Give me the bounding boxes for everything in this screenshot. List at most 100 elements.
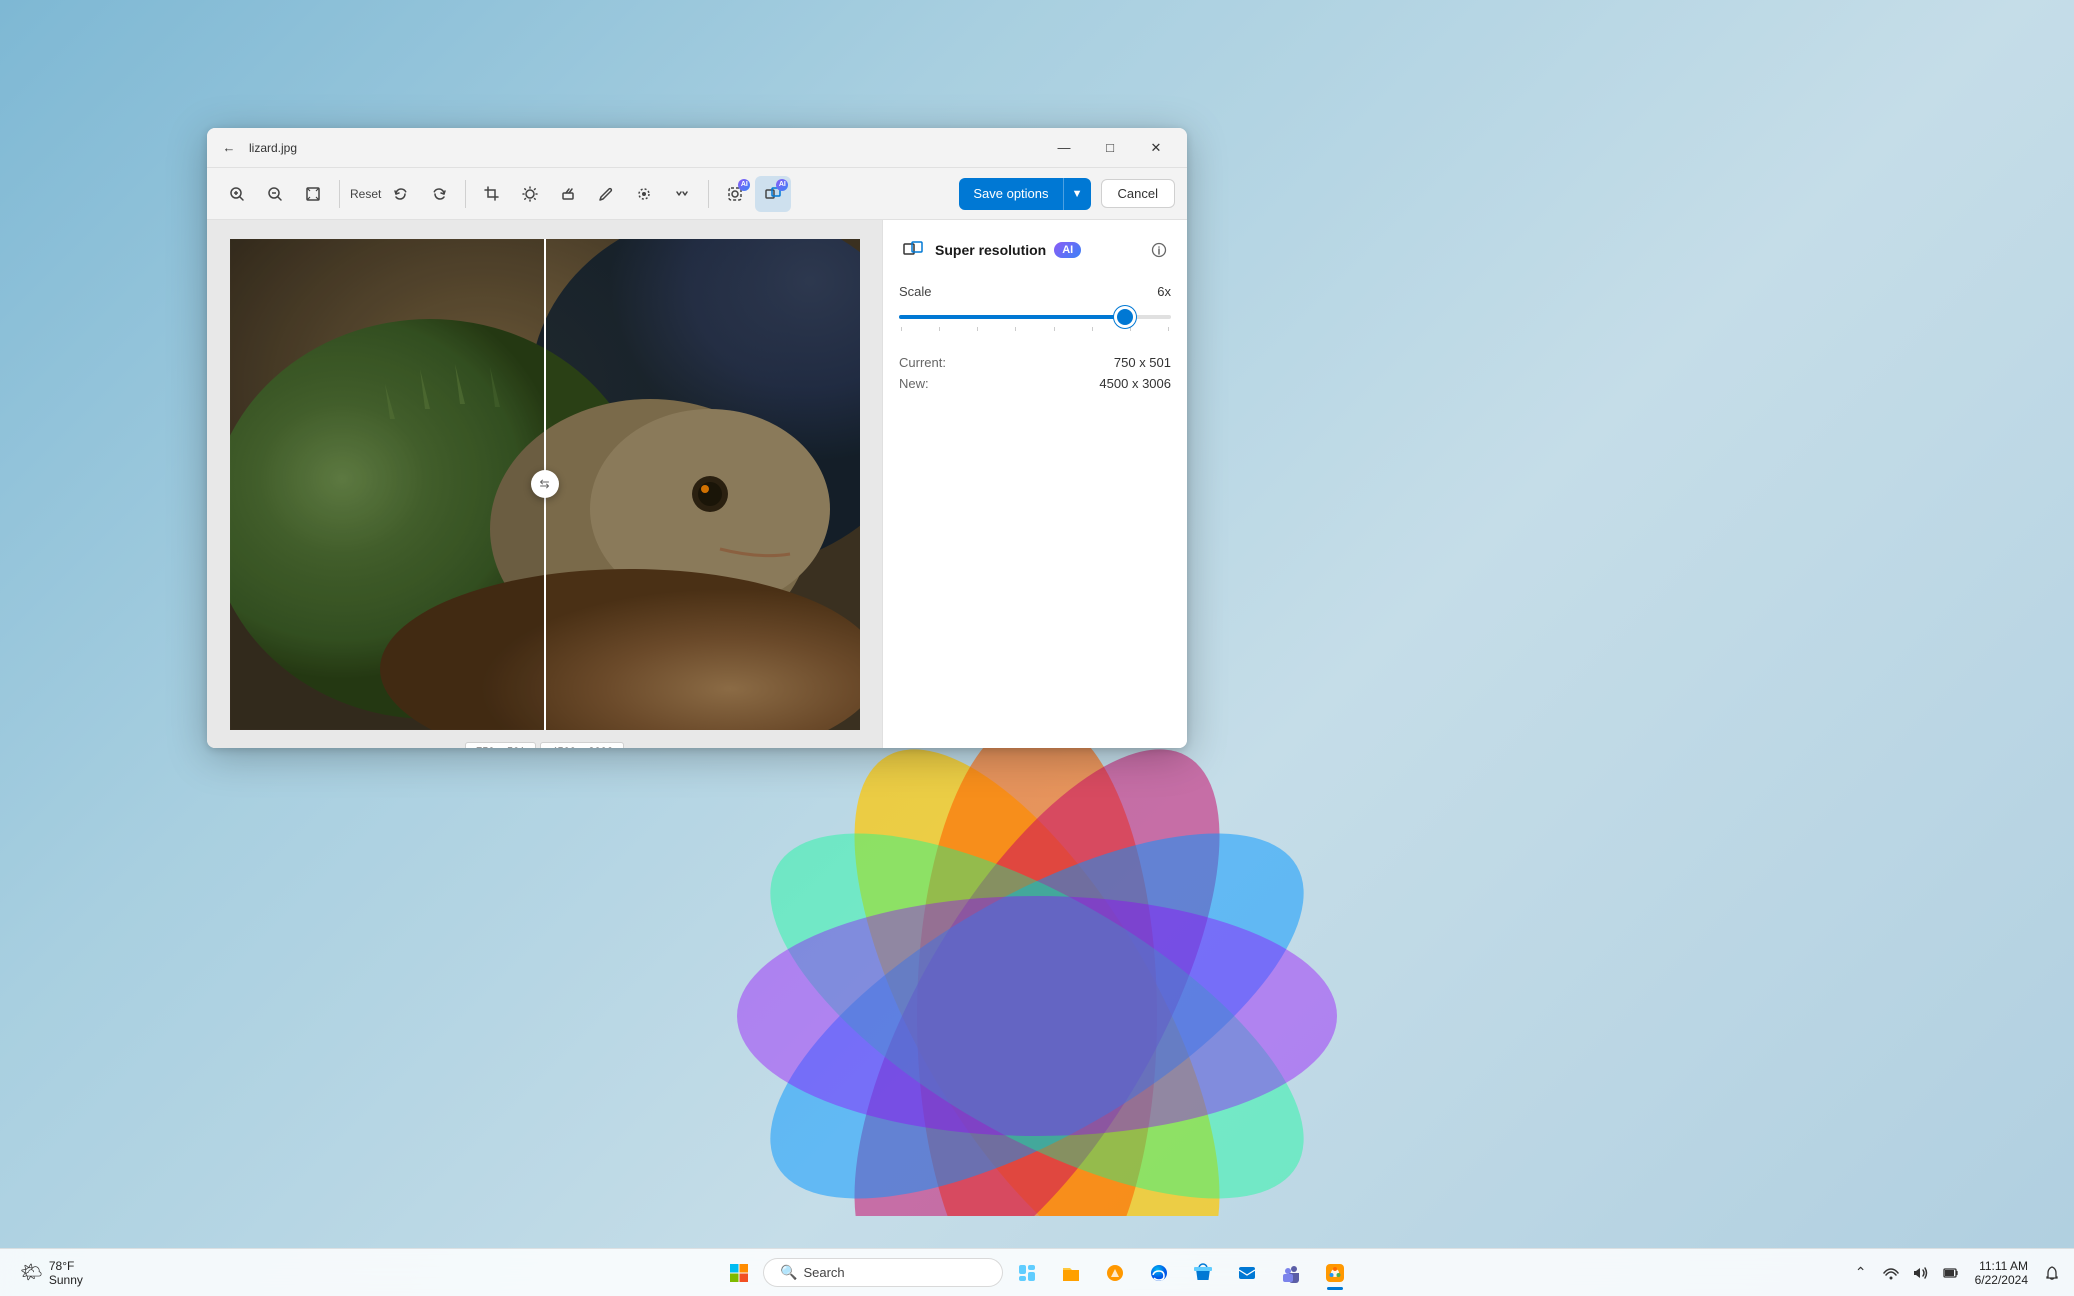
separator-1 xyxy=(339,180,340,208)
title-bar: ← lizard.jpg — □ ✕ xyxy=(207,128,1187,168)
weather-info: 78°F Sunny xyxy=(49,1259,83,1287)
save-dropdown-arrow[interactable]: ▼ xyxy=(1063,178,1091,210)
tray-expand[interactable]: ⌃ xyxy=(1847,1259,1875,1287)
original-size-label: 750 × 501 xyxy=(465,742,536,749)
taskbar-app-file-explorer[interactable] xyxy=(1051,1253,1091,1293)
tick-6 xyxy=(1092,327,1093,331)
taskbar-app-paint[interactable] xyxy=(1095,1253,1135,1293)
weather-icon: 🌤 xyxy=(20,1262,43,1283)
current-label: Current: xyxy=(899,355,946,370)
clock-time: 11:11 AM xyxy=(1979,1259,2028,1273)
close-button[interactable]: ✕ xyxy=(1133,132,1179,164)
tick-8 xyxy=(1168,327,1169,331)
weather-temp: 78°F xyxy=(49,1259,83,1273)
taskbar-app-paint2[interactable] xyxy=(1315,1253,1355,1293)
canvas-area[interactable]: ⇆ 750 × 501 4500 × 3006 xyxy=(207,220,882,748)
history-tools: Reset xyxy=(348,176,457,212)
current-row: Current: 750 x 501 xyxy=(899,355,1171,370)
maximize-button[interactable]: □ xyxy=(1087,132,1133,164)
tray-volume[interactable] xyxy=(1907,1259,1935,1287)
main-content: ⇆ 750 × 501 4500 × 3006 S xyxy=(207,220,1187,748)
zoom-out-button[interactable] xyxy=(257,176,293,212)
new-row: New: 4500 x 3006 xyxy=(899,376,1171,391)
notification-bell[interactable] xyxy=(2038,1259,2066,1287)
scale-label: Scale xyxy=(899,284,932,299)
tick-5 xyxy=(1054,327,1055,331)
remove-bg-button[interactable]: AI xyxy=(717,176,753,212)
scale-label-row: Scale 6x xyxy=(899,284,1171,299)
save-main-label[interactable]: Save options xyxy=(959,180,1062,207)
taskbar-right: ⌃ 11:11 AM 6/22/2024 xyxy=(1847,1257,2074,1289)
brightness-button[interactable] xyxy=(512,176,548,212)
current-value: 750 x 501 xyxy=(1114,355,1171,370)
panel-ai-badge: AI xyxy=(1054,242,1081,258)
ai-badge-remove-bg: AI xyxy=(738,179,750,191)
toolbar: Reset xyxy=(207,168,1187,220)
scale-value: 6x xyxy=(1157,284,1171,299)
slider-thumb[interactable] xyxy=(1117,309,1133,325)
panel-header: Super resolution AI xyxy=(899,236,1171,264)
panel-info-button[interactable] xyxy=(1147,238,1171,262)
new-label: New: xyxy=(899,376,929,391)
clock-date: 6/22/2024 xyxy=(1975,1273,2028,1287)
search-icon: 🔍 xyxy=(780,1264,797,1281)
taskbar-weather[interactable]: 🌤 78°F Sunny xyxy=(12,1255,91,1291)
taskbar-search[interactable]: 🔍 Search xyxy=(763,1258,1003,1287)
tick-4 xyxy=(1015,327,1016,331)
tick-3 xyxy=(977,327,978,331)
tick-1 xyxy=(901,327,902,331)
weather-condition: Sunny xyxy=(49,1273,83,1287)
separator-2 xyxy=(465,180,466,208)
slider-ticks xyxy=(899,327,1171,331)
tray-battery[interactable] xyxy=(1937,1259,1965,1287)
taskbar-app-outlook[interactable] xyxy=(1227,1253,1267,1293)
new-size-label: 4500 × 3006 xyxy=(540,742,623,749)
super-resolution-button[interactable]: AI xyxy=(755,176,791,212)
save-options-button[interactable]: Save options ▼ xyxy=(959,178,1090,210)
panel-title-group: Super resolution AI xyxy=(899,236,1081,264)
edit-tools xyxy=(474,176,700,212)
window-controls: — □ ✕ xyxy=(1041,132,1179,164)
tick-7 xyxy=(1130,327,1131,331)
draw-button[interactable] xyxy=(588,176,624,212)
taskbar-app-widgets[interactable] xyxy=(1007,1253,1047,1293)
undo-button[interactable] xyxy=(383,176,419,212)
image-labels: 750 × 501 4500 × 3006 xyxy=(230,742,860,749)
taskbar-center: 🔍 Search xyxy=(719,1253,1355,1293)
back-button[interactable]: ← xyxy=(215,134,243,162)
panel-title: Super resolution xyxy=(935,242,1046,258)
erase-button[interactable] xyxy=(550,176,586,212)
taskbar-left: 🌤 78°F Sunny xyxy=(0,1255,103,1291)
zoom-tools xyxy=(219,176,331,212)
zoom-in-button[interactable] xyxy=(219,176,255,212)
crop-button[interactable] xyxy=(474,176,510,212)
taskbar-app-edge[interactable] xyxy=(1139,1253,1179,1293)
panel-icon xyxy=(899,236,927,264)
slider-track[interactable] xyxy=(899,315,1171,319)
fit-window-button[interactable] xyxy=(295,176,331,212)
image-container: ⇆ 750 × 501 4500 × 3006 xyxy=(230,239,860,730)
taskbar-clock[interactable]: 11:11 AM 6/22/2024 xyxy=(1967,1257,2036,1289)
ai-badge-super-res: AI xyxy=(776,179,788,191)
scale-slider[interactable] xyxy=(899,307,1171,331)
taskbar: 🌤 78°F Sunny 🔍 Search xyxy=(0,1248,2074,1296)
super-resolution-panel: Super resolution AI Scale 6x xyxy=(882,220,1187,748)
taskbar-app-store[interactable] xyxy=(1183,1253,1223,1293)
tick-2 xyxy=(939,327,940,331)
paint-window: ← lizard.jpg — □ ✕ xyxy=(207,128,1187,748)
tray-network[interactable] xyxy=(1877,1259,1905,1287)
more-tools-button[interactable] xyxy=(664,176,700,212)
minimize-button[interactable]: — xyxy=(1041,132,1087,164)
blur-button[interactable] xyxy=(626,176,662,212)
redo-button[interactable] xyxy=(421,176,457,212)
separator-3 xyxy=(708,180,709,208)
cancel-button[interactable]: Cancel xyxy=(1101,179,1175,208)
slider-fill xyxy=(899,315,1125,319)
resolution-info: Current: 750 x 501 New: 4500 x 3006 xyxy=(899,355,1171,391)
search-text: Search xyxy=(803,1265,844,1280)
ai-tools: AI AI xyxy=(717,176,791,212)
new-value: 4500 x 3006 xyxy=(1099,376,1171,391)
taskbar-app-teams[interactable] xyxy=(1271,1253,1311,1293)
start-button[interactable] xyxy=(719,1253,759,1293)
compare-handle[interactable]: ⇆ xyxy=(531,470,559,498)
